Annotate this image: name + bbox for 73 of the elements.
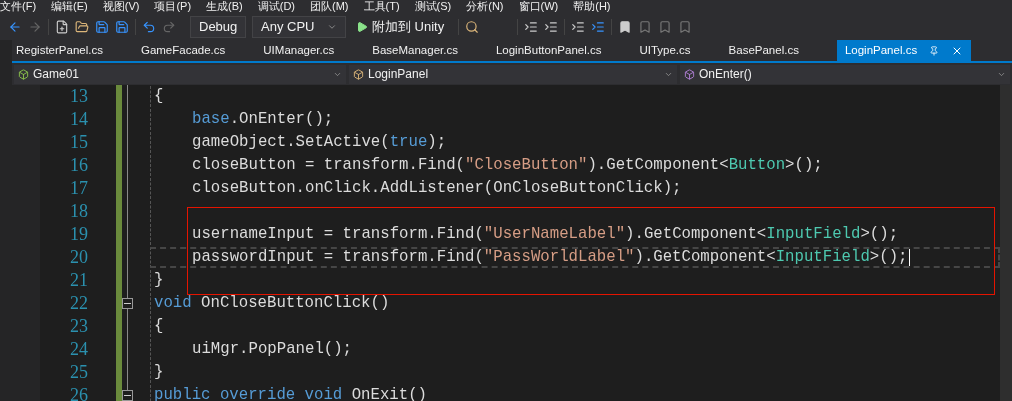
attach-button[interactable]: 附加到 Unity: [352, 16, 449, 37]
line-number: 23: [69, 315, 88, 338]
menu-item[interactable]: 文件(F): [0, 1, 37, 12]
project-icon: [18, 68, 29, 80]
code-line: closeButton.onClick.AddListener(OnCloseButtonClick);: [192, 180, 682, 197]
menu-item[interactable]: 编辑(E): [51, 1, 88, 12]
line-number: 25: [69, 361, 88, 384]
menu-item[interactable]: 项目(P): [154, 1, 192, 12]
file-tab[interactable]: GameFacade.cs: [140, 40, 264, 61]
code-line: void OnCloseButtonClick(): [154, 295, 390, 312]
menu-item[interactable]: 测试(S): [414, 1, 452, 12]
menu-item[interactable]: 工具(T): [363, 1, 400, 12]
menu-item[interactable]: 调试(D): [257, 1, 295, 12]
forward-icon[interactable]: [28, 19, 42, 34]
menu-item[interactable]: 帮助(H): [573, 1, 611, 12]
line-number: 20: [69, 246, 88, 269]
code-line: uiMgr.PopPanel();: [192, 341, 353, 358]
code-line: }: [154, 364, 164, 381]
class-dropdown[interactable]: LoginPanel: [349, 64, 677, 84]
configuration-dropdown[interactable]: Debug: [190, 15, 246, 38]
code-line: closeButton = transform.Find("CloseButton").GetComponent<Button>();: [192, 157, 823, 174]
menu-item[interactable]: 视图(V): [102, 1, 140, 12]
code-line: usernameInput = transform.Find("UserNameLabel").GetComponent<InputField>();: [192, 226, 899, 243]
code-line: }: [154, 272, 164, 289]
file-tab[interactable]: LoginButtonPanel.cs: [495, 40, 640, 61]
file-tab[interactable]: UIType.cs: [639, 40, 729, 61]
line-number: 24: [69, 338, 88, 361]
file-tab[interactable]: RegisterPanel.cs: [16, 40, 141, 61]
line-number: 22: [69, 292, 88, 315]
menu-item[interactable]: 窗口(W): [518, 1, 559, 12]
code-line: passwordInput = transform.Find("PassWorldLabel").GetComponent<InputField>();: [192, 249, 908, 266]
bookmark-icon[interactable]: [618, 19, 633, 34]
menu-item[interactable]: 生成(B): [206, 1, 243, 12]
project-dropdown[interactable]: Game01: [14, 64, 346, 84]
find-icon[interactable]: [465, 19, 480, 34]
scrollbar[interactable]: [1000, 85, 1012, 401]
pin-icon[interactable]: [929, 45, 940, 56]
save-all-icon[interactable]: [115, 19, 129, 34]
menu-item[interactable]: 分析(N): [466, 1, 504, 12]
save-icon[interactable]: [95, 19, 109, 34]
platform-dropdown[interactable]: Any CPU: [252, 15, 346, 38]
code-line: {: [154, 88, 164, 105]
line-number: 13: [69, 85, 88, 108]
member-dropdown[interactable]: OnEnter(): [680, 64, 1010, 84]
code-line: gameObject.SetActive(true);: [192, 134, 447, 151]
text-cursor: [909, 249, 911, 266]
collapse-icon[interactable]: [122, 298, 133, 309]
play-icon: [356, 20, 368, 33]
line-number: 17: [69, 177, 88, 200]
collapse-icon[interactable]: [122, 390, 133, 401]
back-icon[interactable]: [8, 19, 22, 34]
code-line: public override void OnExit(): [154, 387, 427, 401]
line-number: 18: [69, 200, 88, 223]
redo-icon[interactable]: [162, 19, 176, 34]
line-number: 21: [69, 269, 88, 292]
line-number: 14: [69, 108, 88, 131]
indent-icon[interactable]: [524, 19, 539, 34]
file-tab[interactable]: UIManager.cs: [263, 40, 373, 61]
method-icon: [684, 68, 695, 80]
undo-icon[interactable]: [142, 19, 156, 34]
line-number: 15: [69, 131, 88, 154]
class-icon: [353, 68, 364, 80]
file-tab[interactable]: BasePanel.cs: [728, 40, 837, 61]
folder-icon[interactable]: [75, 19, 89, 34]
code-line: {: [154, 318, 164, 335]
file-tab[interactable]: LoginPanel.cs: [836, 40, 972, 61]
line-number: 16: [69, 154, 88, 177]
menu-item[interactable]: 团队(M): [310, 1, 349, 12]
line-number: 26: [69, 384, 88, 401]
file-tab[interactable]: BaseManager.cs: [372, 40, 496, 61]
line-number: 19: [69, 223, 88, 246]
new-file-icon[interactable]: [55, 19, 69, 34]
code-line: base.OnEnter();: [192, 111, 334, 128]
